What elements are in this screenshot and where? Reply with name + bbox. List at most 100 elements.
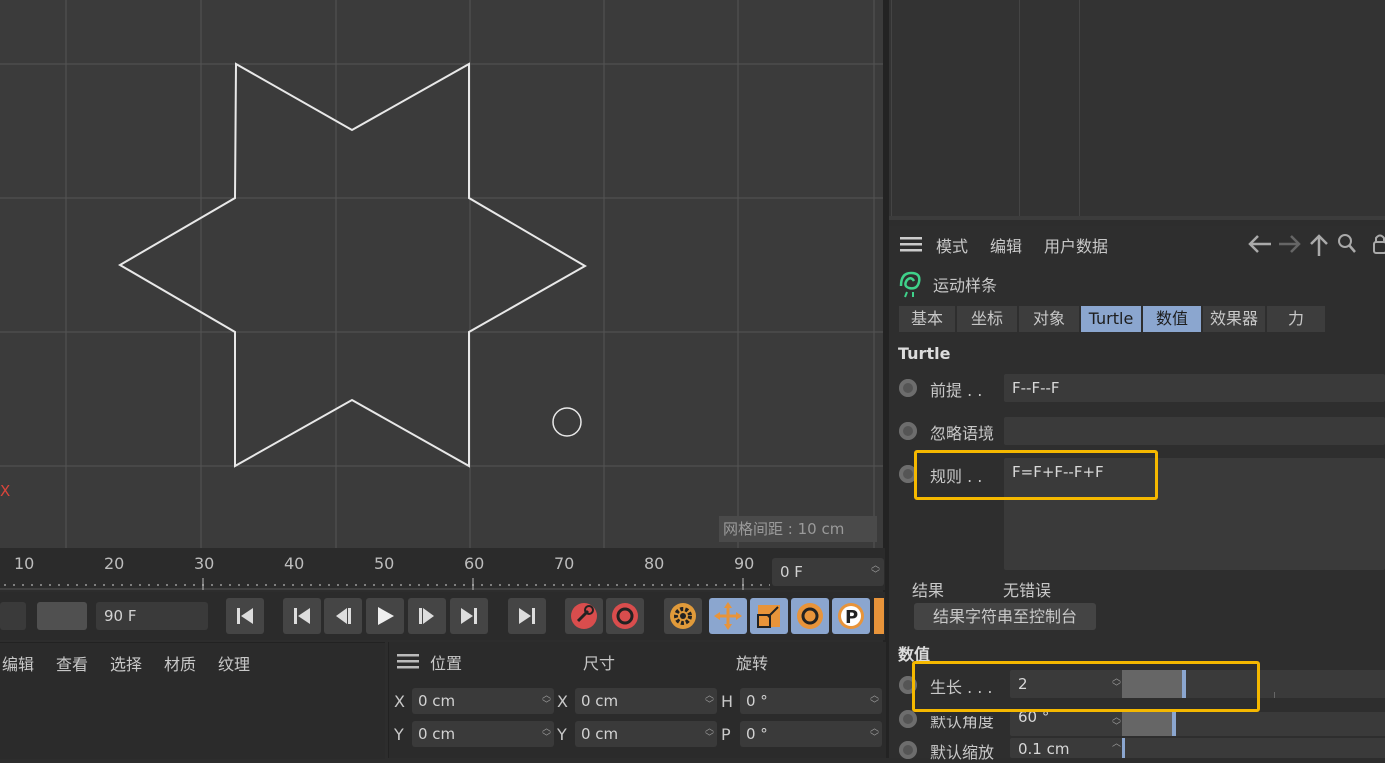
size-y-field[interactable]: 0 cm ︿ ﹀ [575, 721, 717, 747]
star-spline [118, 62, 587, 468]
menu-view[interactable]: 查看 [56, 651, 88, 675]
viewport-canvas[interactable] [0, 0, 883, 548]
parameter-p-icon: P [838, 603, 864, 629]
tab-forces[interactable]: 力 [1267, 306, 1325, 332]
growth-highlight-box [912, 661, 1260, 712]
attr-hamburger-icon[interactable] [900, 236, 922, 252]
play-button[interactable] [366, 598, 404, 634]
forward-arrow-icon [1279, 235, 1301, 253]
next-frame-icon [419, 608, 434, 624]
prev-frame-button[interactable] [324, 598, 362, 634]
menu-texture[interactable]: 纹理 [218, 651, 250, 675]
size-x-field[interactable]: 0 cm ︿ ﹀ [575, 688, 717, 714]
premise-radio[interactable] [899, 379, 917, 397]
overflow-indicator[interactable] [874, 598, 884, 634]
end-frame-value: 90 F [104, 607, 137, 625]
tick-label: 50 [374, 554, 395, 573]
grid-spacing-label: 网格间距 : 10 cm [719, 516, 877, 542]
tab-basic[interactable]: 基本 [899, 306, 955, 332]
frame-stepper-icon[interactable]: ︿ ﹀ [871, 562, 880, 580]
key-rotation-button[interactable] [791, 598, 829, 634]
search-icon [1338, 234, 1356, 253]
go-to-end-button[interactable] [508, 598, 546, 634]
size-header: 尺寸 [583, 654, 616, 673]
end-frame-field[interactable]: 90 F [96, 602, 208, 630]
coordinates-manager: 位置 尺寸 旋转 X 0 cm ︿ ﹀ X 0 cm ︿ ﹀ H 0 ° ︿ ﹀ Y 0 c… [388, 642, 886, 758]
rot-h-label: H [721, 692, 734, 711]
angle-radio[interactable] [899, 710, 917, 728]
key-scale-button[interactable] [750, 598, 788, 634]
scale-slider[interactable] [1122, 738, 1385, 758]
tick-label: 10 [14, 554, 35, 573]
premise-input[interactable]: F--F--F [1004, 374, 1385, 402]
tab-values[interactable]: 数值 [1143, 306, 1201, 332]
tick-label: 30 [194, 554, 215, 573]
default-angle-value: 60 ° [1018, 712, 1050, 726]
range-slider[interactable] [37, 602, 87, 630]
key-parameter-button[interactable]: P [832, 598, 870, 634]
key-position-button[interactable] [709, 598, 747, 634]
axis-x-label: X [0, 482, 11, 500]
tab-turtle[interactable]: Turtle [1081, 306, 1141, 332]
rules-highlight-box [914, 450, 1158, 500]
attr-menu-userdata[interactable]: 用户数据 [1044, 233, 1108, 257]
scale-slider-handle[interactable] [1122, 738, 1125, 758]
viewport[interactable]: X 网格间距 : 10 cm [0, 0, 883, 548]
pos-y-label: Y [394, 725, 404, 744]
obj-column-divider [891, 0, 892, 216]
scale-icon [757, 605, 780, 628]
menu-edit[interactable]: 编辑 [2, 651, 34, 675]
default-scale-value: 0.1 cm [1018, 740, 1070, 758]
auto-key-button[interactable] [606, 598, 644, 634]
result-to-console-button[interactable]: 结果字符串至控制台 [914, 603, 1096, 630]
record-key-icon [571, 603, 597, 629]
prev-key-button[interactable] [283, 598, 321, 634]
pos-y-field[interactable]: 0 cm ︿ ﹀ [412, 721, 554, 747]
auto-key-icon [612, 603, 638, 629]
ignore-context-input[interactable] [1004, 417, 1385, 445]
object-manager[interactable] [889, 0, 1385, 220]
gear-icon [670, 603, 696, 629]
start-frame-field[interactable] [0, 602, 26, 630]
current-frame-field[interactable]: 0 F ︿ ﹀ [772, 558, 884, 586]
tick-label: 70 [554, 554, 575, 573]
size-x-value: 0 cm [581, 692, 619, 710]
move-arrows-icon [714, 602, 742, 630]
premise-label: 前提 . . [930, 381, 983, 400]
rot-p-field[interactable]: 0 ° ︿ ﹀ [740, 721, 882, 747]
scale-radio[interactable] [899, 741, 917, 759]
up-arrow-icon [1310, 234, 1328, 256]
svg-text:P: P [845, 607, 858, 628]
rotation-header: 旋转 [736, 654, 769, 673]
transport-bar: 90 F P [0, 592, 885, 640]
obj-column-divider [1019, 0, 1020, 216]
result-value: 无错误 [1003, 581, 1052, 600]
attr-menu-edit[interactable]: 编辑 [990, 233, 1022, 257]
menu-select[interactable]: 选择 [110, 651, 142, 675]
menu-material[interactable]: 材质 [164, 651, 196, 675]
next-frame-button[interactable] [408, 598, 446, 634]
hamburger-menu-icon[interactable] [397, 653, 419, 669]
tab-effectors[interactable]: 效果器 [1203, 306, 1265, 332]
timeline-ruler[interactable]: 10 20 30 40 50 60 70 80 90 [0, 548, 885, 590]
default-angle-input[interactable]: 60 ° ︿ ﹀ [1010, 712, 1124, 736]
pos-x-label: X [394, 692, 405, 711]
go-to-start-button[interactable] [226, 598, 264, 634]
tab-coord[interactable]: 坐标 [957, 306, 1017, 332]
angle-slider-handle[interactable] [1172, 712, 1176, 736]
angle-slider[interactable] [1122, 712, 1385, 736]
tab-object[interactable]: 对象 [1019, 306, 1079, 332]
ignore-radio[interactable] [899, 422, 917, 440]
record-keys-button[interactable] [565, 598, 603, 634]
pos-x-field[interactable]: 0 cm ︿ ﹀ [412, 688, 554, 714]
keyframe-settings-button[interactable] [664, 598, 702, 634]
pos-x-value: 0 cm [418, 692, 456, 710]
next-key-button[interactable] [450, 598, 488, 634]
tick-label: 90 [734, 554, 755, 573]
prev-frame-icon [336, 608, 351, 624]
rot-h-field[interactable]: 0 ° ︿ ﹀ [740, 688, 882, 714]
default-scale-input[interactable]: 0.1 cm ︿ [1010, 738, 1124, 758]
angle-slider-fill [1122, 712, 1174, 736]
obj-column-divider [1079, 0, 1080, 216]
attr-menu-mode[interactable]: 模式 [936, 233, 968, 257]
